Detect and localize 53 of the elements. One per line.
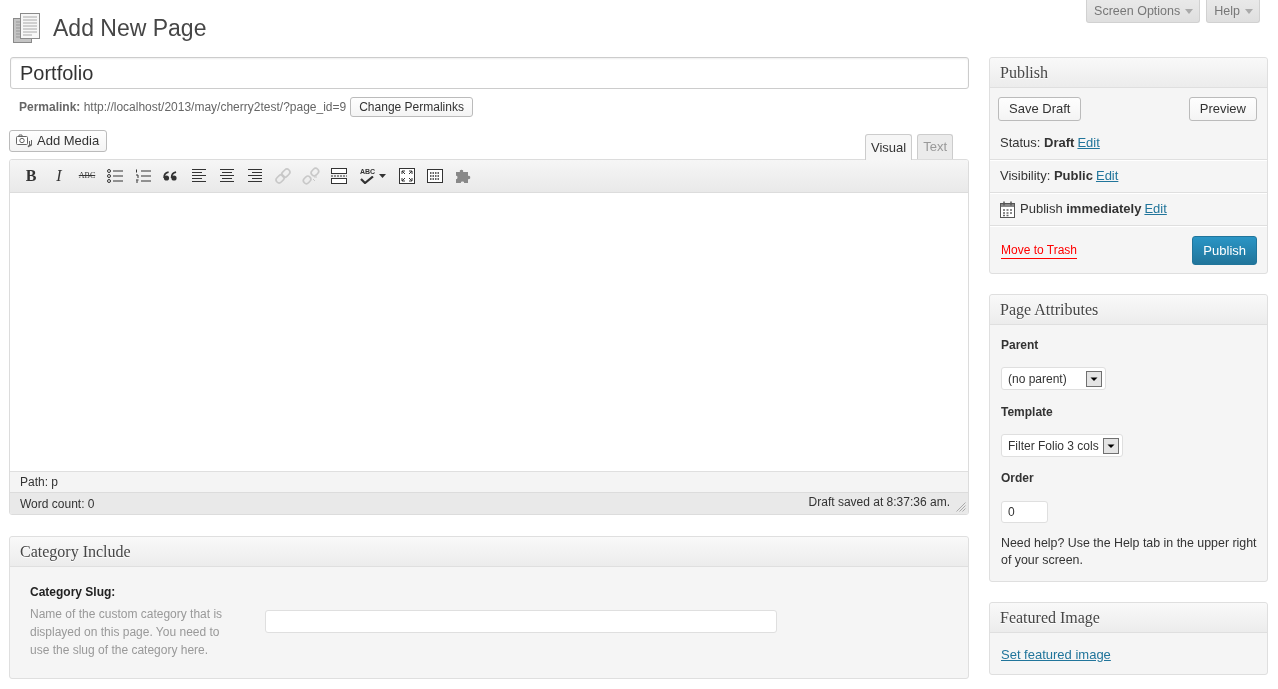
- move-to-trash-link[interactable]: Move to Trash: [1001, 242, 1078, 259]
- parent-select[interactable]: (no parent): [1001, 367, 1106, 390]
- publish-setting: Publish immediately: [1020, 200, 1142, 218]
- change-permalinks-button[interactable]: Change Permalinks: [350, 97, 473, 117]
- screen-options-button[interactable]: Screen Options: [1086, 0, 1201, 23]
- caret-icon: [1185, 8, 1194, 14]
- keyboard-icon: [425, 166, 445, 186]
- preview-button[interactable]: Preview: [1188, 97, 1257, 121]
- publish-setting: Visibility: Public: [1000, 167, 1093, 185]
- calendar-icon: [1000, 200, 1015, 218]
- field-label: Order: [1001, 470, 1034, 487]
- italic-button[interactable]: I: [47, 165, 71, 187]
- strikethrough-button[interactable]: ABC: [75, 165, 99, 187]
- bullet-list-icon: [105, 166, 125, 186]
- field-label: Parent: [1001, 337, 1039, 354]
- page-break-icon: [329, 166, 349, 186]
- order-field[interactable]: 0: [1001, 501, 1048, 523]
- bold-button[interactable]: B: [19, 165, 43, 187]
- broken-link-icon: [301, 166, 321, 186]
- title-field[interactable]: Portfolio: [10, 57, 969, 89]
- page-title: Add New Page: [53, 14, 207, 43]
- publish-button[interactable]: Publish: [1192, 236, 1257, 265]
- edit-link[interactable]: Edit: [1077, 134, 1100, 152]
- edit-link[interactable]: Edit: [1095, 167, 1119, 185]
- field-description: Name of the custom category that is displayed on this page. You need to use the slug of the category here.: [30, 606, 224, 659]
- permalink-text: Permalink: http://localhost/2013/may/cherry2test/?page_id=9: [19, 99, 347, 116]
- camera-icon: [16, 134, 32, 148]
- panel-title: Category Include: [20, 541, 131, 562]
- field-label: Template: [1001, 404, 1053, 421]
- panel-title: Page Attributes: [1000, 299, 1099, 320]
- category-slug-field[interactable]: [265, 610, 777, 633]
- autosave-status: Draft saved at 8:37:36 am.: [808, 494, 950, 511]
- element-path: Path: p: [20, 475, 59, 489]
- set-featured-image-link[interactable]: Set featured image: [1001, 647, 1111, 662]
- word-count: Word count: 0: [20, 495, 95, 513]
- edit-link[interactable]: Edit: [1144, 200, 1167, 218]
- editor-tab[interactable]: Visual: [864, 134, 913, 160]
- resize-grip-icon[interactable]: [956, 502, 966, 512]
- panel-title: Publish: [1000, 62, 1048, 83]
- template-select[interactable]: Filter Folio 3 cols: [1001, 434, 1123, 457]
- checkmark-icon: [360, 176, 375, 184]
- fullscreen-icon: [397, 166, 417, 186]
- help-button[interactable]: Help: [1206, 0, 1260, 23]
- add-media-button[interactable]: Add Media: [9, 130, 108, 152]
- caret-icon: [379, 174, 387, 178]
- pages-icon: [12, 12, 42, 44]
- panel-title: Featured Image: [1000, 607, 1100, 628]
- help-text: Need help? Use the Help tab in the upper right of your screen.: [1001, 535, 1258, 569]
- chain-link-icon: [273, 166, 293, 186]
- field-label: Category Slug:: [30, 584, 116, 601]
- save-draft-button[interactable]: Save Draft: [998, 97, 1082, 121]
- publish-setting: Status: Draft: [1000, 134, 1075, 152]
- caret-icon: [1245, 8, 1253, 14]
